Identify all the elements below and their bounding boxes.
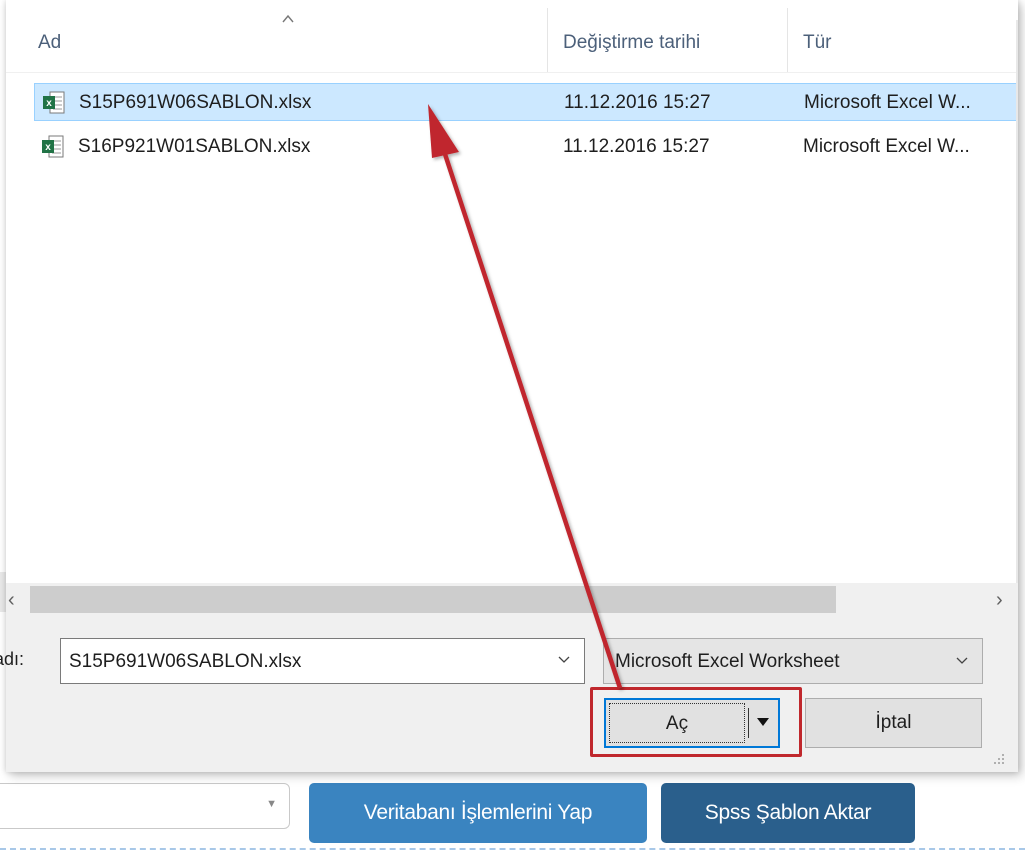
annotation-highlight-box: [590, 687, 802, 757]
excel-file-icon: x: [42, 135, 64, 158]
column-header-date[interactable]: Değiştirme tarihi: [563, 32, 700, 54]
database-operations-button[interactable]: Veritabanı İşlemlerini Yap: [309, 783, 647, 843]
file-name: S16P921W01SABLON.xlsx: [78, 136, 311, 157]
file-date: 11.12.2016 15:27: [563, 136, 710, 157]
scroll-right-icon[interactable]: ›: [996, 589, 1003, 612]
file-name: S15P691W06SABLON.xlsx: [79, 92, 312, 113]
filename-value: S15P691W06SABLON.xlsx: [69, 651, 302, 672]
filetype-select[interactable]: Microsoft Excel Worksheet: [603, 638, 983, 684]
filetype-value: Microsoft Excel Worksheet: [615, 651, 840, 672]
column-header-name[interactable]: Ad: [38, 32, 61, 54]
scrollbar-thumb[interactable]: [30, 586, 836, 613]
filename-label: adı:: [0, 649, 25, 669]
cancel-button[interactable]: İptal: [805, 698, 982, 748]
chevron-down-icon: [956, 657, 968, 664]
file-row[interactable]: x S15P691W06SABLON.xlsx 11.12.2016 15:27…: [34, 83, 1018, 121]
scroll-left-icon[interactable]: ‹: [8, 589, 15, 612]
file-row[interactable]: x S16P921W01SABLON.xlsx 11.12.2016 15:27…: [34, 128, 1018, 166]
spss-template-transfer-button[interactable]: Spss Şablon Aktar: [661, 783, 915, 843]
svg-text:x: x: [46, 98, 52, 109]
svg-text:x: x: [45, 142, 51, 153]
sort-ascending-icon: [282, 14, 294, 23]
column-header-type[interactable]: Tür: [803, 32, 832, 54]
background-dropdown[interactable]: ▼: [0, 783, 290, 829]
resize-grip-icon[interactable]: [992, 752, 1006, 766]
dashed-divider: [0, 848, 1025, 850]
horizontal-scrollbar[interactable]: ‹ ›: [6, 583, 1018, 617]
filename-input[interactable]: S15P691W06SABLON.xlsx: [60, 638, 585, 684]
dropdown-caret-icon: ▼: [266, 798, 277, 810]
chevron-down-icon[interactable]: [556, 651, 572, 667]
file-type: Microsoft Excel W...: [803, 136, 970, 157]
column-header-bar: Ad Değiştirme tarihi Tür: [6, 0, 1018, 73]
column-divider[interactable]: [547, 8, 548, 72]
column-divider[interactable]: [787, 8, 788, 72]
file-type: Microsoft Excel W...: [804, 92, 971, 113]
file-date: 11.12.2016 15:27: [564, 92, 711, 113]
excel-file-icon: x: [43, 91, 65, 114]
